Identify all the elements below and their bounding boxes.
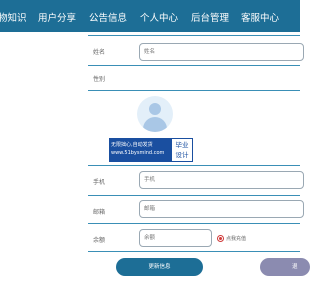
watermark-right-1: 毕业 — [175, 141, 189, 149]
watermark-right-2: 设计 — [175, 151, 189, 159]
row-divider — [88, 90, 300, 91]
recharge-label[interactable]: 点我充值 — [226, 235, 246, 242]
nav-item-knowledge[interactable]: 物知识 — [0, 10, 27, 24]
row-divider — [88, 65, 300, 66]
nav-item-admin[interactable]: 后台管理 — [191, 10, 229, 24]
name-input[interactable] — [139, 43, 304, 61]
logout-button[interactable]: 退 — [260, 258, 310, 276]
recharge-radio[interactable] — [217, 235, 224, 242]
update-info-button[interactable]: 更新信息 — [116, 258, 203, 276]
row-divider — [88, 251, 300, 252]
email-input[interactable] — [139, 200, 304, 218]
row-divider — [88, 195, 300, 196]
row-divider — [88, 35, 300, 36]
user-silhouette-icon — [149, 103, 161, 115]
nav-item-user-share[interactable]: 用户分享 — [38, 10, 76, 24]
row-divider — [88, 223, 300, 224]
avatar-upload[interactable] — [137, 96, 173, 132]
nav-item-personal-center[interactable]: 个人中心 — [140, 10, 178, 24]
row-divider — [88, 165, 300, 166]
top-navigation-bar: 物知识 用户分享 公告信息 个人中心 后台管理 客服中心 — [0, 0, 300, 32]
watermark-line-1: 无限拙心,自动发货 — [111, 142, 153, 148]
nav-item-announcements[interactable]: 公告信息 — [89, 10, 127, 24]
phone-label: 手机 — [93, 179, 106, 186]
balance-input[interactable] — [139, 229, 212, 247]
balance-label: 余额 — [93, 237, 106, 244]
name-label: 姓名 — [93, 49, 106, 56]
watermark-line-2: www.51bysmind.com — [111, 150, 165, 156]
gender-label: 性别 — [93, 76, 106, 83]
nav-item-customer-service[interactable]: 客服中心 — [241, 10, 279, 24]
phone-input[interactable] — [139, 171, 304, 189]
email-label: 邮箱 — [93, 209, 106, 216]
watermark-logo: 无限拙心,自动发货 www.51bysmind.com 毕业 设计 — [109, 138, 193, 162]
